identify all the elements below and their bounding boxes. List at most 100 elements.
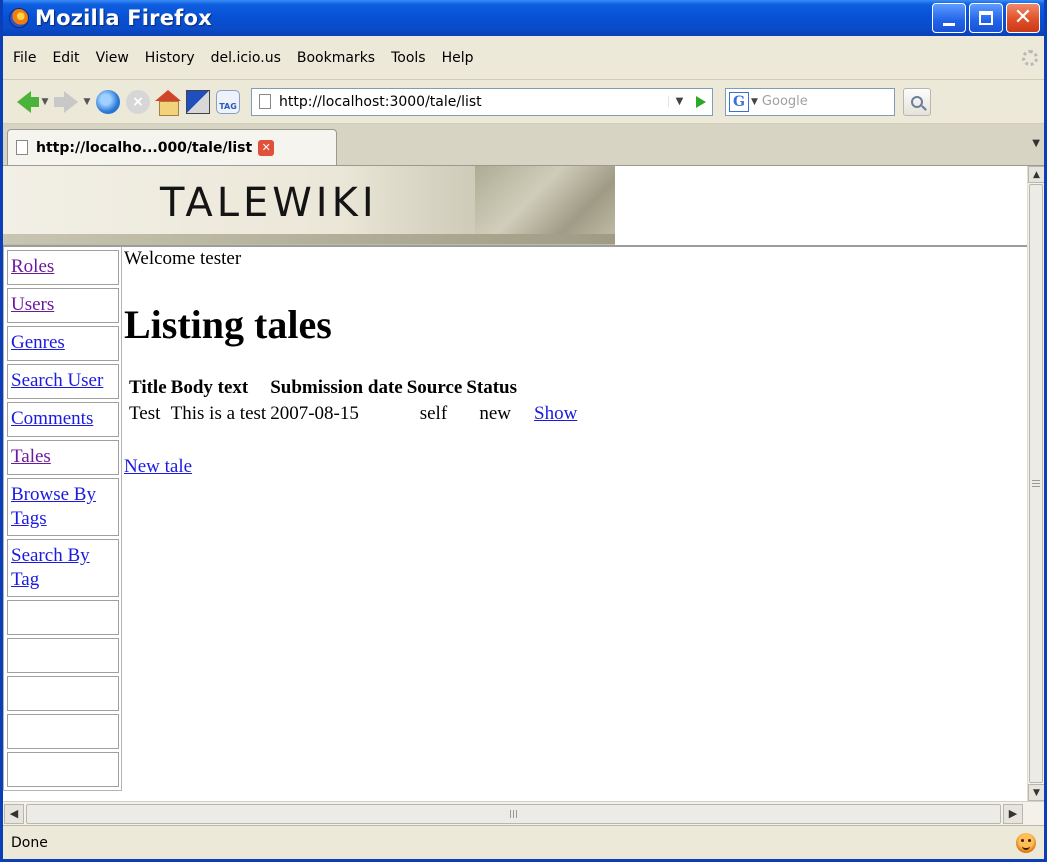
- sidebar-empty-cell: [7, 676, 119, 711]
- page-content: Roles Users Genres Search User Comments Tales…: [3, 247, 1027, 791]
- table-header-row: Title Body text Submission date Source S…: [128, 376, 578, 400]
- sidebar-item: Search By Tag: [7, 539, 119, 597]
- sidebar-link[interactable]: Users: [11, 294, 54, 315]
- sidebar-link[interactable]: Tales: [11, 446, 51, 467]
- sidebar-link[interactable]: Roles: [11, 256, 54, 277]
- main-column: Welcome tester Listing tales Title Body …: [122, 247, 1027, 478]
- tales-table-body: Test This is a test 2007-08-15 self new Show: [128, 402, 578, 426]
- maximize-icon: [979, 11, 993, 25]
- vertical-scrollbar[interactable]: ▲ ▼: [1027, 166, 1044, 801]
- banner-image: TALEWIKI: [3, 166, 615, 245]
- orange-smiley-icon[interactable]: [1016, 832, 1036, 853]
- magnifier-icon: [911, 95, 923, 108]
- tab-label: http://localho...000/tale/list: [36, 139, 253, 156]
- scroll-left-button[interactable]: ◀: [4, 803, 24, 824]
- sidebar-item: Search User: [7, 364, 119, 399]
- horizontal-scrollbar[interactable]: ◀ ▶: [3, 801, 1044, 825]
- close-icon: ✕: [1013, 5, 1033, 30]
- tab-tale-list[interactable]: http://localho...000/tale/list ✕: [7, 129, 337, 165]
- column-header-body-text: Body text: [170, 377, 249, 398]
- search-box[interactable]: G ▼ Google: [725, 87, 895, 116]
- go-button[interactable]: [690, 95, 712, 108]
- menu-tools[interactable]: Tools: [385, 47, 433, 69]
- sidebar-link[interactable]: Search User: [11, 370, 103, 391]
- forward-history-dropdown[interactable]: ▼: [81, 97, 93, 107]
- reload-button[interactable]: [93, 87, 123, 117]
- status-bar: Done: [3, 825, 1044, 859]
- engine-dropdown-icon[interactable]: ▼: [751, 97, 758, 107]
- back-history-dropdown[interactable]: ▼: [39, 97, 51, 107]
- maximize-button[interactable]: [969, 3, 1003, 33]
- sidebar-item: Comments: [7, 402, 119, 437]
- search-input[interactable]: Google: [762, 94, 808, 109]
- grip-icon: [1032, 480, 1040, 487]
- menu-view[interactable]: View: [90, 47, 136, 69]
- menu-delicious[interactable]: del.icio.us: [205, 47, 288, 69]
- column-header-submission-date: Submission date: [270, 377, 403, 398]
- google-engine-icon[interactable]: G: [729, 91, 749, 112]
- menu-help[interactable]: Help: [436, 47, 481, 69]
- go-arrow-icon: [696, 95, 706, 108]
- table-cell: Show: [520, 402, 578, 426]
- sidebar-link[interactable]: Comments: [11, 408, 93, 429]
- web-page: TALEWIKI Roles Users Genres Search User Comm…: [3, 166, 1027, 801]
- menu-file[interactable]: File: [7, 47, 43, 69]
- new-tale-link[interactable]: New tale: [124, 456, 192, 478]
- vertical-scroll-thumb[interactable]: [1029, 184, 1043, 783]
- table-row: Test This is a test 2007-08-15 self new Show: [128, 402, 578, 426]
- menu-history[interactable]: History: [139, 47, 202, 69]
- forward-arrow-icon: [54, 90, 78, 113]
- tag-label: TAG: [216, 89, 240, 114]
- sidebar-item: Genres: [7, 326, 119, 361]
- stop-button[interactable]: ×: [123, 87, 153, 117]
- menu-edit[interactable]: Edit: [46, 47, 86, 69]
- sidebar-item: Browse By Tags: [7, 478, 119, 536]
- table-cell: new: [479, 403, 511, 424]
- show-link[interactable]: Show: [534, 403, 577, 424]
- menu-bar: File Edit View History del.icio.us Bookm…: [3, 36, 1044, 80]
- grip-icon: [510, 809, 517, 818]
- page-title: Listing tales: [124, 302, 332, 347]
- close-window-button[interactable]: ✕: [1006, 3, 1040, 33]
- tag-button[interactable]: TAG: [213, 87, 243, 117]
- scroll-down-button[interactable]: ▼: [1028, 784, 1044, 801]
- sidebar-item: Tales: [7, 440, 119, 475]
- scroll-right-button[interactable]: ▶: [1003, 803, 1023, 824]
- tab-strip: http://localho...000/tale/list ✕ ▼: [3, 124, 1044, 166]
- sidebar-nav: Roles Users Genres Search User Comments Tales…: [3, 247, 122, 791]
- menu-bookmarks[interactable]: Bookmarks: [291, 47, 382, 69]
- back-button[interactable]: [9, 87, 39, 117]
- navigation-toolbar: ▼ ▼ × TAG http://localhost:3000/tale/lis…: [3, 80, 1044, 124]
- sidebar-empty-cell: [7, 714, 119, 749]
- tab-list-chevron-icon[interactable]: ▼: [1032, 138, 1040, 149]
- url-history-dropdown[interactable]: ▼: [668, 96, 690, 107]
- horizontal-scroll-thumb[interactable]: [26, 803, 1001, 824]
- sidebar-empty-cell: [7, 600, 119, 635]
- extension-button[interactable]: [183, 87, 213, 117]
- search-button[interactable]: [903, 87, 931, 116]
- stop-icon: ×: [126, 89, 150, 114]
- sidebar-link[interactable]: Search By Tag: [11, 545, 90, 590]
- minimize-button[interactable]: [932, 3, 966, 33]
- forward-button[interactable]: [51, 87, 81, 117]
- home-icon: [155, 89, 181, 116]
- home-button[interactable]: [153, 87, 183, 117]
- sidebar-item: Roles: [7, 250, 119, 285]
- column-header-action: [520, 376, 578, 400]
- sidebar-link[interactable]: Browse By Tags: [11, 484, 96, 529]
- browser-window: Mozilla Firefox ✕ File Edit View History…: [0, 0, 1047, 862]
- banner-row: TALEWIKI: [3, 166, 1027, 247]
- tab-close-button[interactable]: ✕: [258, 139, 275, 156]
- url-bar[interactable]: http://localhost:3000/tale/list ▼: [251, 87, 713, 116]
- scroll-up-button[interactable]: ▲: [1028, 166, 1044, 183]
- url-text[interactable]: http://localhost:3000/tale/list: [279, 94, 668, 110]
- sidebar-link[interactable]: Genres: [11, 332, 65, 353]
- table-cell: Test: [129, 403, 161, 424]
- column-header-title: Title: [129, 377, 167, 398]
- tab-page-icon: [16, 140, 28, 155]
- window-title: Mozilla Firefox: [35, 6, 212, 30]
- site-logo-text: TALEWIKI: [160, 180, 378, 226]
- title-bar: Mozilla Firefox ✕: [3, 0, 1044, 36]
- reload-icon: [96, 89, 120, 114]
- window-controls: ✕: [932, 3, 1040, 33]
